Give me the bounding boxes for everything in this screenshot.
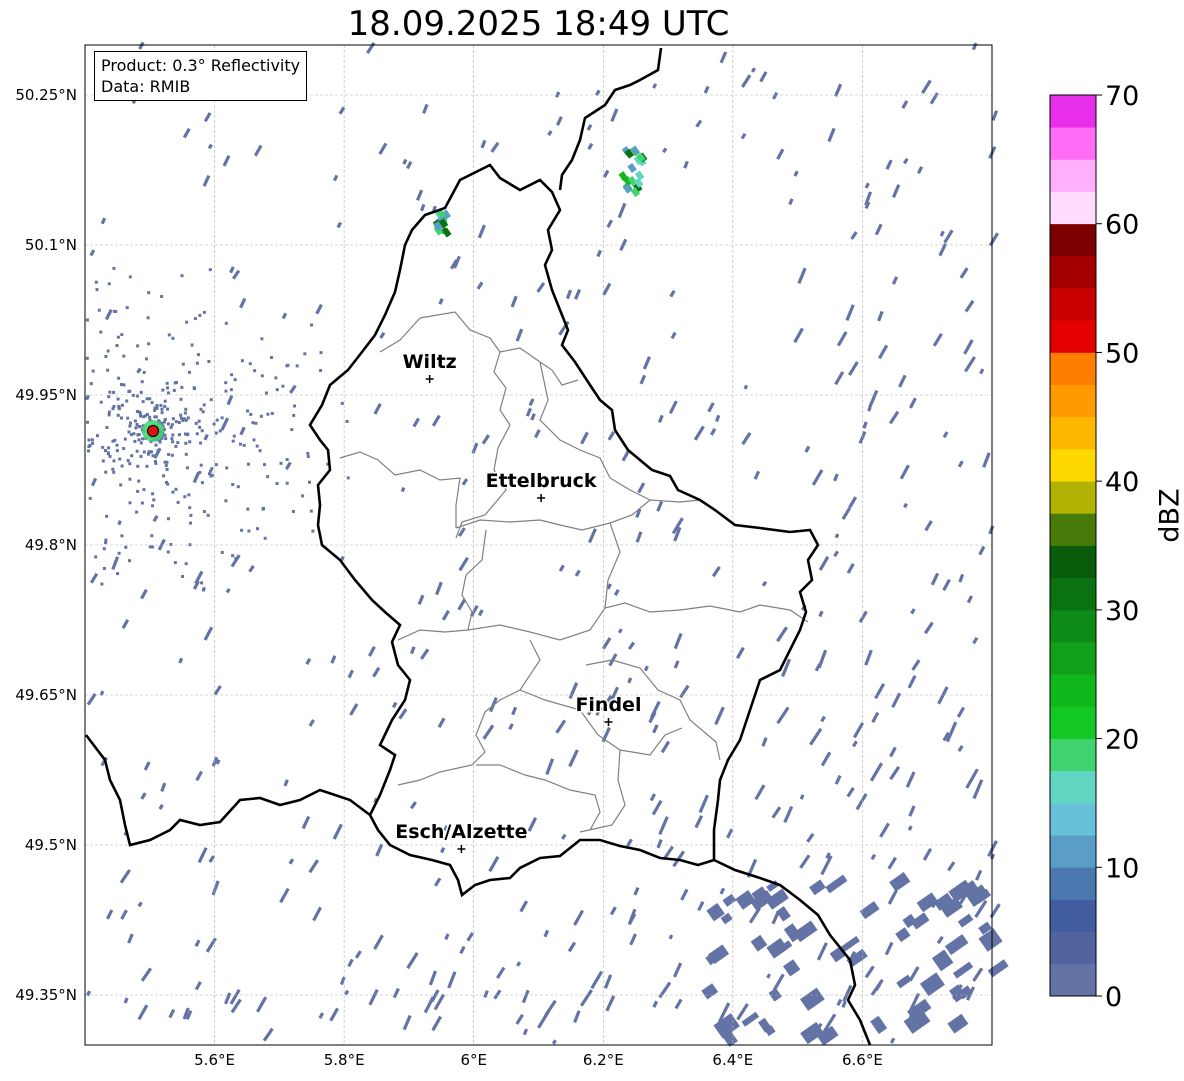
radar-site [147,425,160,437]
colorbar-tick-label: 70 [1105,81,1139,112]
colorbar-segment [1050,481,1096,514]
city-label: Findel [575,694,641,716]
colorbar-tick-label: 40 [1105,467,1139,498]
lat-tick-label: 49.65°N [15,686,77,704]
luxembourg-border [308,163,820,898]
colorbar-segment [1050,867,1096,900]
colorbar-tick-label: 30 [1105,596,1139,627]
lat-tick-label: 49.95°N [15,386,77,404]
colorbar-segment [1050,448,1096,482]
colorbar-segment [1050,706,1096,739]
colorbar-segment [1050,127,1096,160]
colorbar-segment [1050,159,1096,192]
lat-tick-label: 49.5°N [25,836,77,854]
colorbar-segment [1050,642,1096,675]
colorbar-segment [1050,513,1096,546]
colorbar-segment [1050,416,1096,450]
colorbar-tick-label: 20 [1105,725,1139,756]
colorbar-segment [1050,545,1096,579]
lon-tick-label: 6.4°E [712,1051,753,1069]
graticule [85,45,992,1045]
colorbar-segment [1050,899,1096,933]
city-marker[interactable]: Wiltz [401,350,458,383]
colorbar-label: dBZ [1154,488,1184,543]
lat-tick-label: 50.25°N [15,86,77,104]
colorbar-segment [1050,95,1096,128]
product-label: Product: 0.3° Reflectivity [101,56,301,75]
colorbar: 0 10 20 30 40 50 60 70 [1049,81,1139,1013]
colorbar-segment [1050,577,1096,611]
colorbar-segment [1050,802,1096,836]
colorbar-segment [1050,674,1096,707]
germany-border [558,47,663,191]
lon-tick-label: 6°E [460,1051,487,1069]
city-marker[interactable]: Ettelbruck [484,469,598,502]
lon-tick-label: 6.6°E [842,1051,883,1069]
colorbar-segment [1050,288,1096,321]
colorbar-segment [1050,835,1096,868]
colorbar-segment [1050,223,1096,257]
city-label: Ettelbruck [486,470,597,492]
colorbar-segment [1050,931,1096,965]
data-source-label: Data: RMIB [101,77,191,96]
lon-tick-label: 6.2°E [583,1051,624,1069]
colorbar-segment [1050,738,1096,772]
info-box: Product: 0.3° Reflectivity Data: RMIB [94,51,308,101]
colorbar-tick-label: 50 [1105,338,1139,369]
city-label: Esch/Alzette [395,821,527,843]
lon-tick-label: 5.6°E [194,1051,235,1069]
colorbar-segment [1050,352,1096,386]
city-label: Wiltz [403,351,457,373]
lat-tick-label: 49.8°N [25,536,77,554]
colorbar-segment [1050,384,1096,418]
radar-site-icon[interactable] [147,425,160,437]
colorbar-segment [1050,963,1096,997]
lat-tick-label: 49.35°N [15,986,77,1004]
colorbar-segment [1050,191,1096,225]
city-markers: Wiltz Ettelbruck Findel Esch/Alzette [394,350,643,853]
belgium-border [84,734,371,847]
colorbar-segment [1050,609,1096,643]
lon-tick-label: 5.8°E [324,1051,365,1069]
lat-tick-label: 50.1°N [25,236,77,254]
city-marker[interactable]: Esch/Alzette [394,820,529,853]
reflectivity-echoes [85,41,1009,1047]
colorbar-segment [1050,255,1096,289]
colorbar-segment [1050,320,1096,353]
city-marker[interactable]: Findel [574,693,643,726]
colorbar-segment [1050,770,1096,804]
colorbar-tick-label: 10 [1105,853,1139,884]
radar-map[interactable]: 5.6°E 5.8°E 6°E 6.2°E 6.4°E 6.6°E 50.25°N 50.1°… [0,0,1184,1081]
colorbar-tick-label: 0 [1105,982,1122,1013]
colorbar-tick-label: 60 [1105,210,1139,241]
